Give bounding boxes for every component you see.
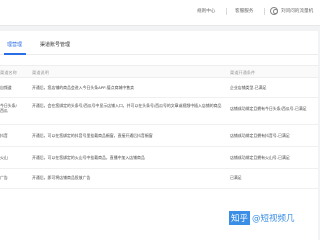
channel-description: 开通后，会在您绑定的头条号/西瓜号中显示店铺入口，并可以在头条号/西瓜号的文章或… <box>32 103 222 108</box>
table-row: 火山 开通后，可以在您绑定的火山号中挂载商品，直播中加入店铺商品 店铺成功绑定且… <box>0 147 318 169</box>
channel-name: 抖音 <box>0 133 8 138</box>
column-header-description: 渠道说明 <box>32 70 49 75</box>
table-row: 今日头条/ 西瓜 开通后，会在您绑定的头条号/西瓜号中显示店铺入口，并可以在头条… <box>0 98 318 125</box>
channel-description: 开通后，可以在您绑定的火山号中挂载商品，直播中加入店铺商品 <box>32 155 145 160</box>
tab-bar: 理营理 渠道账号管理 <box>0 31 318 55</box>
channel-description: 开通后，您店铺的商品会进入今日头条APP-值点商城中售卖 <box>32 85 135 90</box>
user-menu[interactable]: 刘问问的流量机 <box>270 7 313 15</box>
channel-name: 火山 <box>0 155 8 160</box>
nav-divider <box>264 8 265 15</box>
user-avatar-icon <box>270 7 278 15</box>
channel-condition: 已满足 <box>230 175 242 180</box>
zhihu-logo: 知乎 <box>229 211 251 225</box>
watermark-handle: @短视频几 <box>252 214 295 224</box>
active-tab-indicator <box>4 53 26 55</box>
table-row: 抖音 开通后，可以在您绑定的抖音号里挂载商品橱窗，直接开通后抖音橱窗 店铺成功绑… <box>0 125 318 147</box>
nav-divider <box>226 8 227 15</box>
table-header: 渠道名称 渠道说明 渠道开通条件 <box>0 65 318 78</box>
channel-condition: 店铺成功绑定且拥有今日头条/西瓜号-已满足 <box>230 106 307 111</box>
tab-channel-account-management[interactable]: 渠道账号管理 <box>40 41 70 48</box>
top-bar: 规则中心 客服服务 刘问问的流量机 <box>0 0 320 26</box>
channel-name: 自频道 <box>0 85 12 90</box>
channel-name: 今日头条/ 西瓜 <box>0 103 17 114</box>
nav-customer-service-link[interactable]: 客服服务 <box>235 8 253 14</box>
nav-rules-center-link[interactable]: 规则中心 <box>197 8 215 14</box>
channel-description: 开通后，即可将店铺商品投放广告 <box>32 175 91 180</box>
channel-name: 广告 <box>0 175 8 180</box>
channel-condition: 店铺成功绑定且拥有火山号-已满足 <box>230 155 290 160</box>
channel-condition: 企业店铺类型-已满足 <box>230 85 267 90</box>
channel-condition: 店铺成功绑定且拥有抖音号-已满足 <box>230 133 290 138</box>
column-header-name: 渠道名称 <box>0 70 17 75</box>
user-name: 刘问问的流量机 <box>281 9 314 14</box>
column-header-condition: 渠道开通条件 <box>230 70 256 75</box>
table-row: 广告 开通后，即可将店铺商品投放广告 已满足 <box>0 169 318 189</box>
table-row: 自频道 开通后，您店铺的商品会进入今日头条APP-值点商城中售卖 企业店铺类型-… <box>0 78 318 98</box>
channel-description: 开通后，可以在您绑定的抖音号里挂载商品橱窗，直接开通后抖音橱窗 <box>32 133 153 138</box>
tab-channel-management[interactable]: 理营理 <box>7 41 22 48</box>
zhihu-watermark: 知乎 @短视频几 <box>229 209 295 227</box>
